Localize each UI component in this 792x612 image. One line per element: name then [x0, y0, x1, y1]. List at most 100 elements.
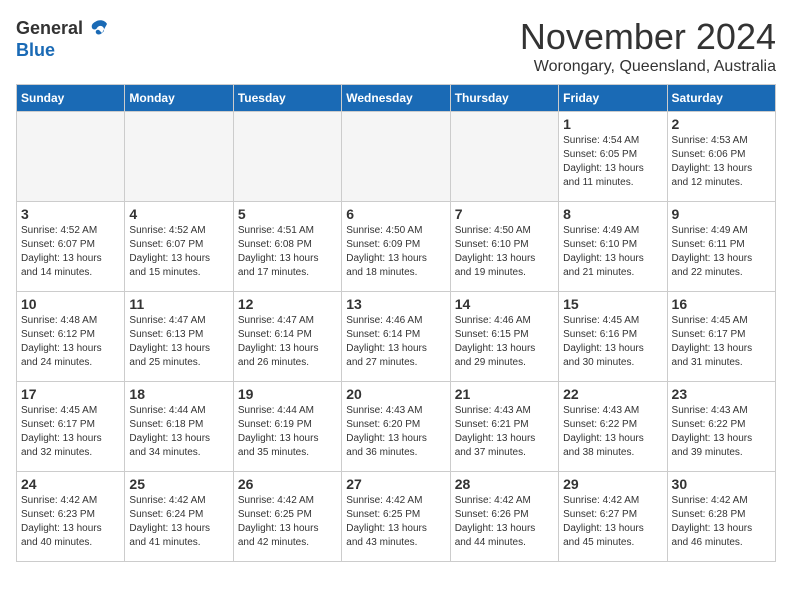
- day-number: 11: [129, 296, 228, 312]
- day-info: Sunrise: 4:42 AM Sunset: 6:27 PM Dayligh…: [563, 494, 662, 550]
- logo: General Blue: [16, 16, 111, 61]
- day-number: 4: [129, 206, 228, 222]
- day-info: Sunrise: 4:43 AM Sunset: 6:20 PM Dayligh…: [346, 404, 445, 460]
- table-row: 10Sunrise: 4:48 AM Sunset: 6:12 PM Dayli…: [17, 292, 125, 382]
- table-row: 28 Sunrise: 4:42 AM Sunset: 6:26 PM Dayli…: [450, 472, 558, 562]
- header-sunday: Sunday: [17, 85, 125, 112]
- calendar-week-row: 1Sunrise: 4:54 AM Sunset: 6:05 PM Daylig…: [17, 112, 776, 202]
- day-info: Sunrise: 4:46 AM Sunset: 6:14 PM Dayligh…: [346, 314, 445, 370]
- day-info: Sunrise: 4:42 AM Sunset: 6:28 PM Dayligh…: [672, 494, 771, 550]
- table-row: 15Sunrise: 4:45 AM Sunset: 6:16 PM Dayli…: [559, 292, 667, 382]
- day-number: 14: [455, 296, 554, 312]
- table-row: 27Sunrise: 4:42 AM Sunset: 6:25 PM Dayli…: [342, 472, 450, 562]
- table-row: 11 Sunrise: 4:47 AM Sunset: 6:13 PM Dayli…: [125, 292, 233, 382]
- day-info: Sunrise: 4:43 AM Sunset: 6:21 PM Dayligh…: [455, 404, 554, 460]
- calendar-header-row: Sunday Monday Tuesday Wednesday Thursday…: [17, 85, 776, 112]
- day-info: Sunrise: 4:49 AM Sunset: 6:11 PM Dayligh…: [672, 224, 771, 280]
- day-number: 9: [672, 206, 771, 222]
- day-number: 29: [563, 476, 662, 492]
- day-number: 17: [21, 386, 120, 402]
- day-number: 3: [21, 206, 120, 222]
- day-info: Sunrise: 4:44 AM Sunset: 6:18 PM Dayligh…: [129, 404, 228, 460]
- logo-bird-icon: [87, 16, 111, 40]
- table-row: 3 Sunrise: 4:52 AM Sunset: 6:07 PM Daylig…: [17, 202, 125, 292]
- day-info: Sunrise: 4:42 AM Sunset: 6:23 PM Dayligh…: [21, 494, 120, 550]
- table-row: 5 Sunrise: 4:51 AM Sunset: 6:08 PM Daylig…: [233, 202, 341, 292]
- day-info: Sunrise: 4:45 AM Sunset: 6:16 PM Dayligh…: [563, 314, 662, 370]
- day-number: 6: [346, 206, 445, 222]
- table-row: 19 Sunrise: 4:44 AM Sunset: 6:19 PM Dayli…: [233, 382, 341, 472]
- day-info: Sunrise: 4:52 AM Sunset: 6:07 PM Dayligh…: [21, 224, 120, 280]
- day-info: Sunrise: 4:51 AM Sunset: 6:08 PM Dayligh…: [238, 224, 337, 280]
- page-header: General Blue November 2024 Worongary, Qu…: [16, 16, 776, 76]
- table-row: [342, 112, 450, 202]
- day-number: 16: [672, 296, 771, 312]
- table-row: 16 Sunrise: 4:45 AM Sunset: 6:17 PM Dayli…: [667, 292, 775, 382]
- day-info: Sunrise: 4:49 AM Sunset: 6:10 PM Dayligh…: [563, 224, 662, 280]
- table-row: 23 Sunrise: 4:43 AM Sunset: 6:22 PM Dayli…: [667, 382, 775, 472]
- header-wednesday: Wednesday: [342, 85, 450, 112]
- day-info: Sunrise: 4:44 AM Sunset: 6:19 PM Dayligh…: [238, 404, 337, 460]
- day-info: Sunrise: 4:47 AM Sunset: 6:13 PM Dayligh…: [129, 314, 228, 370]
- day-info: Sunrise: 4:50 AM Sunset: 6:10 PM Dayligh…: [455, 224, 554, 280]
- day-number: 30: [672, 476, 771, 492]
- header-monday: Monday: [125, 85, 233, 112]
- day-number: 8: [563, 206, 662, 222]
- table-row: 17 Sunrise: 4:45 AM Sunset: 6:17 PM Dayli…: [17, 382, 125, 472]
- day-number: 18: [129, 386, 228, 402]
- table-row: 6 Sunrise: 4:50 AM Sunset: 6:09 PM Daylig…: [342, 202, 450, 292]
- day-info: Sunrise: 4:45 AM Sunset: 6:17 PM Dayligh…: [21, 404, 120, 460]
- day-info: Sunrise: 4:45 AM Sunset: 6:17 PM Dayligh…: [672, 314, 771, 370]
- table-row: 1Sunrise: 4:54 AM Sunset: 6:05 PM Daylig…: [559, 112, 667, 202]
- day-info: Sunrise: 4:50 AM Sunset: 6:09 PM Dayligh…: [346, 224, 445, 280]
- day-info: Sunrise: 4:46 AM Sunset: 6:15 PM Dayligh…: [455, 314, 554, 370]
- table-row: 13Sunrise: 4:46 AM Sunset: 6:14 PM Dayli…: [342, 292, 450, 382]
- day-info: Sunrise: 4:54 AM Sunset: 6:05 PM Dayligh…: [563, 134, 662, 190]
- location-text: Worongary, Queensland, Australia: [520, 58, 776, 76]
- table-row: 26Sunrise: 4:42 AM Sunset: 6:25 PM Dayli…: [233, 472, 341, 562]
- day-number: 20: [346, 386, 445, 402]
- table-row: 9 Sunrise: 4:49 AM Sunset: 6:11 PM Daylig…: [667, 202, 775, 292]
- day-number: 25: [129, 476, 228, 492]
- day-info: Sunrise: 4:43 AM Sunset: 6:22 PM Dayligh…: [672, 404, 771, 460]
- table-row: 24Sunrise: 4:42 AM Sunset: 6:23 PM Dayli…: [17, 472, 125, 562]
- table-row: 4 Sunrise: 4:52 AM Sunset: 6:07 PM Daylig…: [125, 202, 233, 292]
- header-friday: Friday: [559, 85, 667, 112]
- day-number: 5: [238, 206, 337, 222]
- day-number: 21: [455, 386, 554, 402]
- day-info: Sunrise: 4:48 AM Sunset: 6:12 PM Dayligh…: [21, 314, 120, 370]
- table-row: [233, 112, 341, 202]
- day-number: 22: [563, 386, 662, 402]
- table-row: 8 Sunrise: 4:49 AM Sunset: 6:10 PM Daylig…: [559, 202, 667, 292]
- day-number: 19: [238, 386, 337, 402]
- day-info: Sunrise: 4:43 AM Sunset: 6:22 PM Dayligh…: [563, 404, 662, 460]
- table-row: 21 Sunrise: 4:43 AM Sunset: 6:21 PM Dayli…: [450, 382, 558, 472]
- title-section: November 2024 Worongary, Queensland, Aus…: [520, 16, 776, 76]
- logo-general-text: General: [16, 18, 83, 39]
- day-info: Sunrise: 4:42 AM Sunset: 6:26 PM Dayligh…: [455, 494, 554, 550]
- calendar-week-row: 10Sunrise: 4:48 AM Sunset: 6:12 PM Dayli…: [17, 292, 776, 382]
- month-title: November 2024: [520, 16, 776, 58]
- logo-blue-text: Blue: [16, 40, 55, 61]
- table-row: 25 Sunrise: 4:42 AM Sunset: 6:24 PM Dayli…: [125, 472, 233, 562]
- day-number: 2: [672, 116, 771, 132]
- table-row: 18 Sunrise: 4:44 AM Sunset: 6:18 PM Dayli…: [125, 382, 233, 472]
- table-row: [450, 112, 558, 202]
- table-row: 2Sunrise: 4:53 AM Sunset: 6:06 PM Daylig…: [667, 112, 775, 202]
- table-row: 22 Sunrise: 4:43 AM Sunset: 6:22 PM Dayli…: [559, 382, 667, 472]
- table-row: 12Sunrise: 4:47 AM Sunset: 6:14 PM Dayli…: [233, 292, 341, 382]
- day-number: 28: [455, 476, 554, 492]
- day-info: Sunrise: 4:42 AM Sunset: 6:24 PM Dayligh…: [129, 494, 228, 550]
- day-info: Sunrise: 4:52 AM Sunset: 6:07 PM Dayligh…: [129, 224, 228, 280]
- table-row: 30 Sunrise: 4:42 AM Sunset: 6:28 PM Dayli…: [667, 472, 775, 562]
- day-number: 12: [238, 296, 337, 312]
- day-number: 26: [238, 476, 337, 492]
- header-tuesday: Tuesday: [233, 85, 341, 112]
- day-number: 7: [455, 206, 554, 222]
- table-row: 7 Sunrise: 4:50 AM Sunset: 6:10 PM Daylig…: [450, 202, 558, 292]
- day-number: 27: [346, 476, 445, 492]
- header-thursday: Thursday: [450, 85, 558, 112]
- table-row: [17, 112, 125, 202]
- table-row: 29 Sunrise: 4:42 AM Sunset: 6:27 PM Dayli…: [559, 472, 667, 562]
- day-number: 23: [672, 386, 771, 402]
